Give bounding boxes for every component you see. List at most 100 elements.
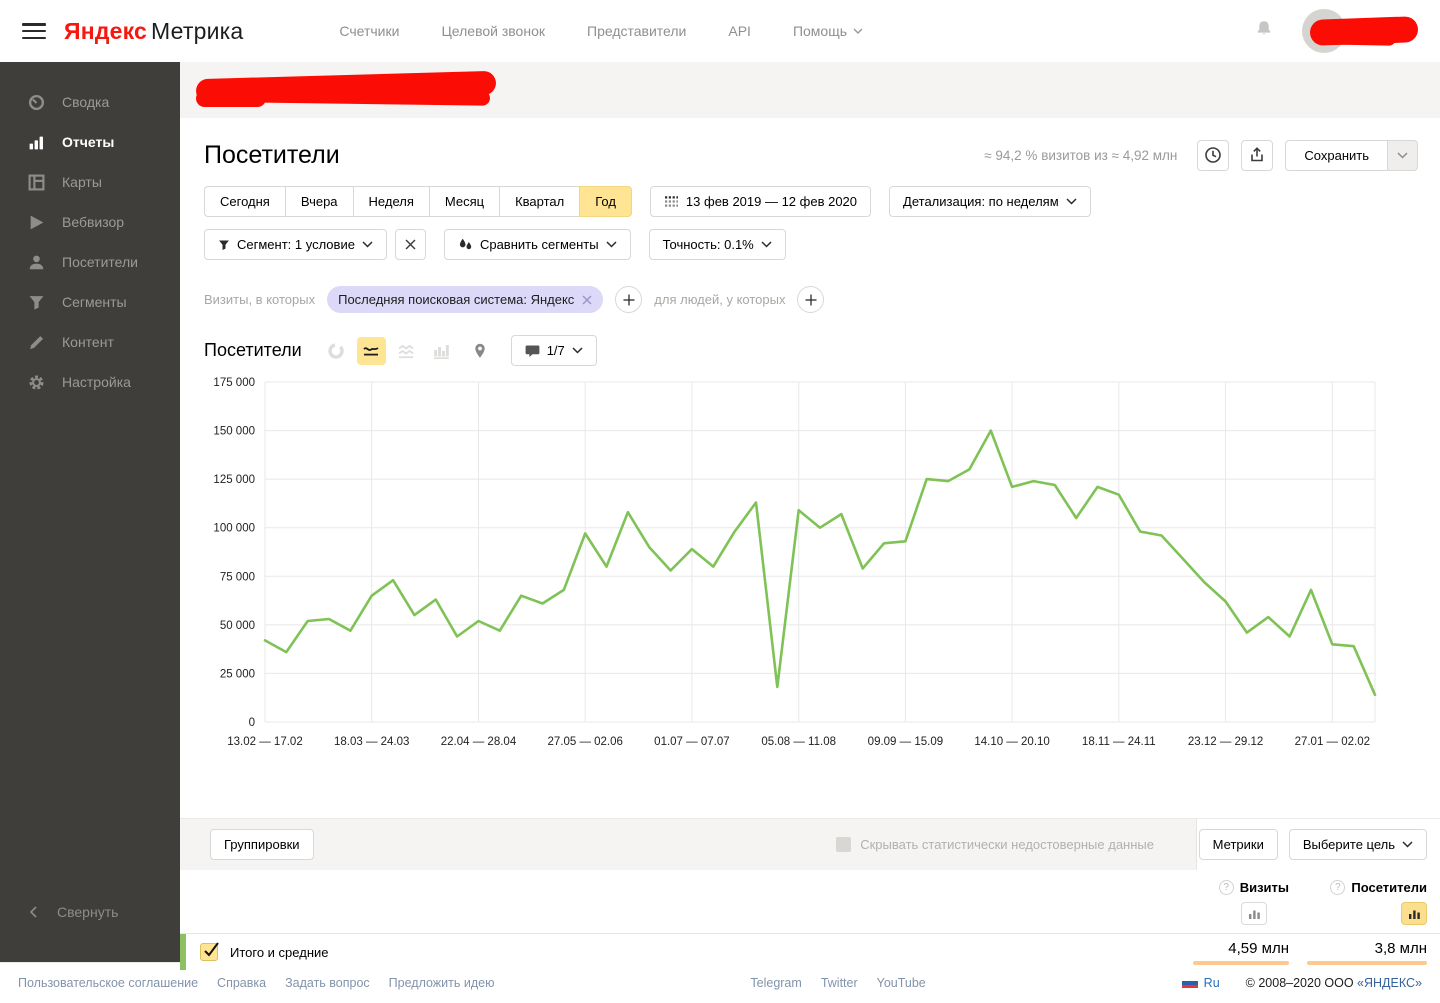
chevron-down-icon [1402,841,1413,848]
period-tab-group: Сегодня Вчера Неделя Месяц Квартал Год [204,186,632,217]
svg-text:18.03 — 24.03: 18.03 — 24.03 [334,736,409,748]
visitors-chart-toggle-button[interactable] [1401,902,1427,925]
history-button[interactable] [1197,139,1230,171]
annotations-dropdown-button[interactable]: 1/7 [510,335,597,366]
visits-total-cell: 4,59 млн [1193,940,1289,965]
totals-row-label: Итого и средние [230,944,329,960]
chevron-down-icon [606,241,617,248]
map-pin-icon [475,343,485,358]
nav-counters[interactable]: Счетчики [339,23,399,39]
nav-representatives[interactable]: Представители [587,23,686,39]
chart-type-area-button[interactable] [392,337,421,365]
svg-text:13.02 — 17.02: 13.02 — 17.02 [227,736,302,748]
yandex-metrica-logo[interactable]: Яндекс Метрика [64,18,243,45]
accuracy-dropdown-button[interactable]: Точность: 0.1% [648,229,786,260]
sidebar-item-segments[interactable]: Сегменты [0,282,180,322]
chart-area: 0 25 000 50 000 75 000 100 000 125 000 150 000… [200,374,1440,761]
column-chart-icon [434,344,449,359]
visits-total-value: 4,59 млн [1228,939,1289,957]
svg-text:27.05 — 02.06: 27.05 — 02.06 [547,736,622,748]
hamburger-menu-icon[interactable] [22,23,46,39]
check-icon [204,942,219,957]
export-button[interactable] [1241,139,1274,171]
svg-text:18.11 — 24.11: 18.11 — 24.11 [1082,736,1156,748]
logo-product: Метрика [151,17,244,44]
chart-type-donut-button[interactable] [322,337,351,365]
chip-close-icon[interactable] [582,295,592,305]
clock-icon [1205,147,1222,163]
nav-help[interactable]: Помощь [793,23,863,39]
visits-chart-toggle-button[interactable] [1241,902,1267,925]
footer-link-twitter[interactable]: Twitter [821,976,858,990]
footer-link-agreement[interactable]: Пользовательское соглашение [18,976,198,990]
chevron-down-icon [362,241,373,248]
speech-bubble-icon [525,345,540,357]
totals-row-checkbox[interactable] [200,942,219,961]
svg-text:125 000: 125 000 [213,474,255,486]
period-tab-today[interactable]: Сегодня [204,186,285,217]
svg-text:01.07 — 07.07: 01.07 — 07.07 [654,736,729,748]
svg-text:05.08 — 11.08: 05.08 — 11.08 [761,736,836,748]
chart-type-map-button[interactable] [466,337,495,365]
chart-type-columns-button[interactable] [427,337,456,365]
footer-link-telegram[interactable]: Telegram [750,976,801,990]
page-title: Посетители [204,140,340,169]
chart-type-line-button[interactable] [356,336,386,365]
save-dropdown-button[interactable] [1388,139,1418,171]
sidebar-item-content[interactable]: Контент [0,322,180,362]
period-tab-week[interactable]: Неделя [352,186,429,217]
droplets-icon [459,238,472,249]
footer-link-youtube[interactable]: YouTube [877,976,926,990]
period-tab-month[interactable]: Месяц [428,186,500,217]
segment-clear-button[interactable] [394,229,426,260]
top-navigation: Счетчики Целевой звонок Представители AP… [339,23,863,39]
yandex-metrica-app: Яндекс Метрика Счетчики Целевой звонок Пр… [0,0,1440,1003]
sidebar-item-webvisor[interactable]: Вебвизор [0,202,180,242]
period-tab-quarter[interactable]: Квартал [499,186,580,217]
sidebar-item-settings[interactable]: Настройка [0,362,180,402]
segment-condition-row: Визиты, в которых Последняя поисковая си… [180,286,1440,313]
footer-link-ask[interactable]: Задать вопрос [285,976,370,990]
main-content: Посетители ≈ 94,2 % визитов из ≈ 4,92 мл… [180,62,1440,970]
footer-link-help[interactable]: Справка [217,976,266,990]
copyright-brand[interactable]: «ЯНДЕКС» [1357,976,1422,990]
help-icon[interactable]: ? [1218,880,1234,895]
sidebar-item-maps[interactable]: Карты [0,162,180,202]
period-tab-yesterday[interactable]: Вчера [284,186,353,217]
report-header: Посетители ≈ 94,2 % визитов из ≈ 4,92 мл… [180,136,1440,174]
sidebar-item-reports[interactable]: Отчеты [0,122,180,162]
plus-icon [623,294,635,305]
notifications-bell-icon[interactable] [1254,19,1274,44]
plus-icon [805,294,817,305]
add-people-condition-button[interactable] [797,286,825,313]
close-icon [405,239,416,250]
save-split-button: Сохранить [1285,139,1418,171]
add-visit-condition-button[interactable] [615,286,643,313]
groupings-button[interactable]: Группировки [210,829,314,860]
stacked-area-icon [398,344,414,358]
user-account-area[interactable] [1302,7,1420,55]
footer-link-idea[interactable]: Предложить идею [389,976,495,990]
date-range-button[interactable]: 13 фев 2019 — 12 фев 2020 [649,186,872,217]
period-tab-year[interactable]: Год [579,186,632,217]
metrics-table-header: ? Визиты ? Посетители [180,870,1440,933]
people-condition-prefix: для людей, у которых [654,292,786,307]
help-icon[interactable]: ? [1330,880,1346,895]
nav-api[interactable]: API [728,23,751,39]
metrics-button[interactable]: Метрики [1198,829,1278,860]
hide-inaccurate-checkbox[interactable] [836,837,852,852]
save-button[interactable]: Сохранить [1285,139,1388,171]
hide-inaccurate-control[interactable]: Скрывать статистически недостоверные дан… [836,837,1154,852]
row-color-indicator [180,934,186,970]
language-selector[interactable]: Ru [1204,976,1220,990]
sidebar-item-visitors[interactable]: Посетители [0,242,180,282]
compare-segments-dropdown-button[interactable]: Сравнить сегменты [443,229,631,260]
sidebar-collapse-button[interactable]: Свернуть [0,892,180,932]
nav-target-call[interactable]: Целевой звонок [441,23,545,39]
copyright: © 2008–2020 ООО «ЯНДЕКС» [1245,976,1422,990]
goal-select-button[interactable]: Выберите цель [1288,829,1427,860]
sidebar-item-summary[interactable]: Сводка [0,82,180,122]
detail-dropdown-button[interactable]: Детализация: по неделям [889,186,1091,217]
segment-dropdown-button[interactable]: Сегмент: 1 условие [204,229,387,260]
segment-condition-chip[interactable]: Последняя поисковая система: Яндекс [327,286,604,313]
